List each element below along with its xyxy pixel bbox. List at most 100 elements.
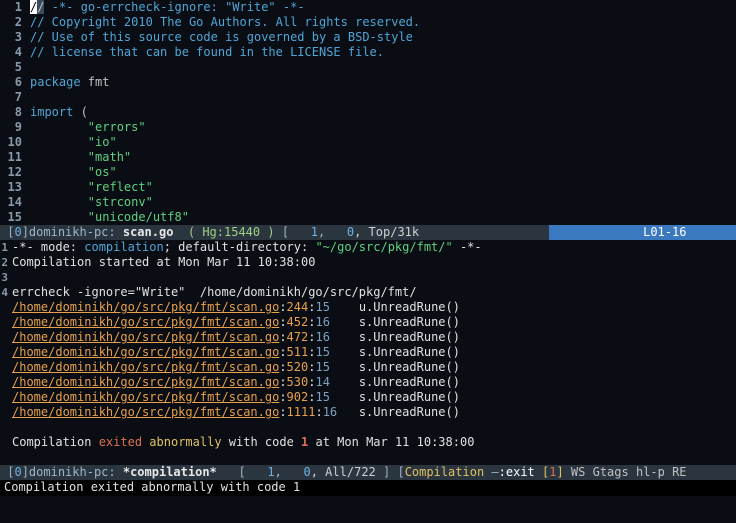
mlb-cname: Compilation [405, 465, 492, 480]
mlb-n1: 1 [267, 465, 274, 480]
code-line[interactable]: 6package fmt [0, 75, 736, 90]
comp-line-number [0, 405, 12, 420]
code-content[interactable]: "errors" [30, 120, 146, 135]
comp-line-number [0, 435, 12, 450]
code-content[interactable]: "strconv" [30, 195, 153, 210]
line-number: 5 [0, 60, 30, 75]
mlb-file: *compilation* [116, 465, 224, 480]
compilation-line: 2Compilation started at Mon Mar 11 10:38… [0, 255, 736, 270]
mlb-cw: :exit [499, 465, 542, 480]
error-file-link[interactable]: /home/dominikh/go/src/pkg/fmt/scan.go [12, 315, 279, 329]
code-line[interactable]: 7 [0, 90, 736, 105]
mlb-host: dominikh-pc: [29, 465, 116, 480]
comp-text: /home/dominikh/go/src/pkg/fmt/scan.go:45… [12, 315, 460, 330]
code-content[interactable]: "reflect" [30, 180, 153, 195]
code-line[interactable]: 5 [0, 60, 736, 75]
comp-text: /home/dominikh/go/src/pkg/fmt/scan.go:90… [12, 390, 460, 405]
code-line[interactable]: 4// license that can be found in the LIC… [0, 45, 736, 60]
line-number: 11 [0, 150, 30, 165]
error-file-link[interactable]: /home/dominikh/go/src/pkg/fmt/scan.go [12, 390, 279, 404]
line-number: 9 [0, 120, 30, 135]
mlb-size: 722 [354, 465, 376, 480]
error-file-link[interactable]: /home/dominikh/go/src/pkg/fmt/scan.go [12, 405, 279, 419]
code-line[interactable]: 9 "errors" [0, 120, 736, 135]
error-file-link[interactable]: /home/dominikh/go/src/pkg/fmt/scan.go [12, 300, 279, 314]
ml-filename: scan.go [116, 225, 181, 240]
comp-line-number [0, 345, 12, 360]
mlb-trail: WS Gtags hl-p RE [564, 465, 687, 480]
comp-text: Compilation exited abnormally with code … [12, 435, 474, 450]
error-file-link[interactable]: /home/dominikh/go/src/pkg/fmt/scan.go [12, 330, 279, 344]
mlb-no: [ [224, 465, 267, 480]
error-file-link[interactable]: /home/dominikh/go/src/pkg/fmt/scan.go [12, 345, 279, 359]
compilation-line: 3 [0, 270, 736, 285]
line-number: 3 [0, 30, 30, 45]
error-line: 472 [287, 330, 309, 344]
compilation-line: 4errcheck -ignore="Write" /home/dominikh… [0, 285, 736, 300]
error-col: 16 [323, 405, 337, 419]
code-content[interactable]: package fmt [30, 75, 109, 90]
ml-host: dominikh-pc: [29, 225, 116, 240]
line-number: 1 [0, 0, 30, 15]
compilation-pane[interactable]: 1-*- mode: compilation; default-director… [0, 240, 736, 465]
echo-area: Compilation exited abnormally with code … [0, 480, 736, 496]
ml-selection: L01-16 [549, 225, 736, 240]
error-line: 452 [287, 315, 309, 329]
code-line[interactable]: 14 "strconv" [0, 195, 736, 210]
comp-line-number [0, 300, 12, 315]
code-line[interactable]: 2// Copyright 2010 The Go Authors. All r… [0, 15, 736, 30]
code-content[interactable]: "math" [30, 150, 131, 165]
mlb-rb: ] [22, 465, 29, 480]
ml-nopen: [ [282, 225, 311, 240]
line-number: 10 [0, 135, 30, 150]
code-line[interactable]: 11 "math" [0, 150, 736, 165]
compilation-line: 1-*- mode: compilation; default-director… [0, 240, 736, 255]
error-line: 244 [287, 300, 309, 314]
code-line[interactable]: 15 "unicode/utf8" [0, 210, 736, 225]
code-line[interactable]: 8import ( [0, 105, 736, 120]
mlb-sep: , [275, 465, 304, 480]
code-line[interactable]: 13 "reflect" [0, 180, 736, 195]
error-file-link[interactable]: /home/dominikh/go/src/pkg/fmt/scan.go [12, 360, 279, 374]
mlb-bk: 0 [14, 465, 21, 480]
code-content[interactable]: // -*- go-errcheck-ignore: "Write" -*- [30, 0, 305, 15]
code-line[interactable]: 1// -*- go-errcheck-ignore: "Write" -*- [0, 0, 736, 15]
code-content[interactable]: "os" [30, 165, 117, 180]
ml-line: 1 [311, 225, 318, 240]
mlb-n2: 0 [304, 465, 311, 480]
comp-text: /home/dominikh/go/src/pkg/fmt/scan.go:51… [12, 345, 460, 360]
comp-line-number [0, 360, 12, 375]
compilation-line: /home/dominikh/go/src/pkg/fmt/scan.go:53… [0, 375, 736, 390]
ml-pos: , Top/ [354, 225, 397, 240]
code-content[interactable]: // license that can be found in the LICE… [30, 45, 384, 60]
compilation-line [0, 450, 736, 465]
mlb-lb: [ [0, 465, 14, 480]
code-content[interactable]: // Use of this source code is governed b… [30, 30, 413, 45]
code-line[interactable]: 12 "os" [0, 165, 736, 180]
error-line: 511 [287, 345, 309, 359]
mlb-spc: ] [376, 465, 398, 480]
code-line[interactable]: 10 "io" [0, 135, 736, 150]
code-content[interactable]: import ( [30, 105, 88, 120]
compilation-line: /home/dominikh/go/src/pkg/fmt/scan.go:11… [0, 405, 736, 420]
error-line: 520 [287, 360, 309, 374]
comp-line-number: 3 [0, 270, 12, 285]
mlb-ccode: 1 [549, 465, 556, 480]
code-line[interactable]: 3// Use of this source code is governed … [0, 30, 736, 45]
error-line: 1111 [287, 405, 316, 419]
comp-text: -*- mode: compilation; default-directory… [12, 240, 482, 255]
mlb-clb: [ [397, 465, 404, 480]
editor-pane[interactable]: 1// -*- go-errcheck-ignore: "Write" -*-2… [0, 0, 736, 225]
code-content[interactable]: // Copyright 2010 The Go Authors. All ri… [30, 15, 420, 30]
code-content[interactable]: "io" [30, 135, 117, 150]
compilation-line: /home/dominikh/go/src/pkg/fmt/scan.go:24… [0, 300, 736, 315]
line-number: 4 [0, 45, 30, 60]
compilation-line: /home/dominikh/go/src/pkg/fmt/scan.go:52… [0, 360, 736, 375]
error-file-link[interactable]: /home/dominikh/go/src/pkg/fmt/scan.go [12, 375, 279, 389]
compilation-line [0, 420, 736, 435]
error-col: 15 [315, 390, 329, 404]
comp-text: /home/dominikh/go/src/pkg/fmt/scan.go:11… [12, 405, 460, 420]
code-content[interactable]: "unicode/utf8" [30, 210, 189, 225]
error-col: 16 [315, 330, 329, 344]
compilation-line: /home/dominikh/go/src/pkg/fmt/scan.go:90… [0, 390, 736, 405]
